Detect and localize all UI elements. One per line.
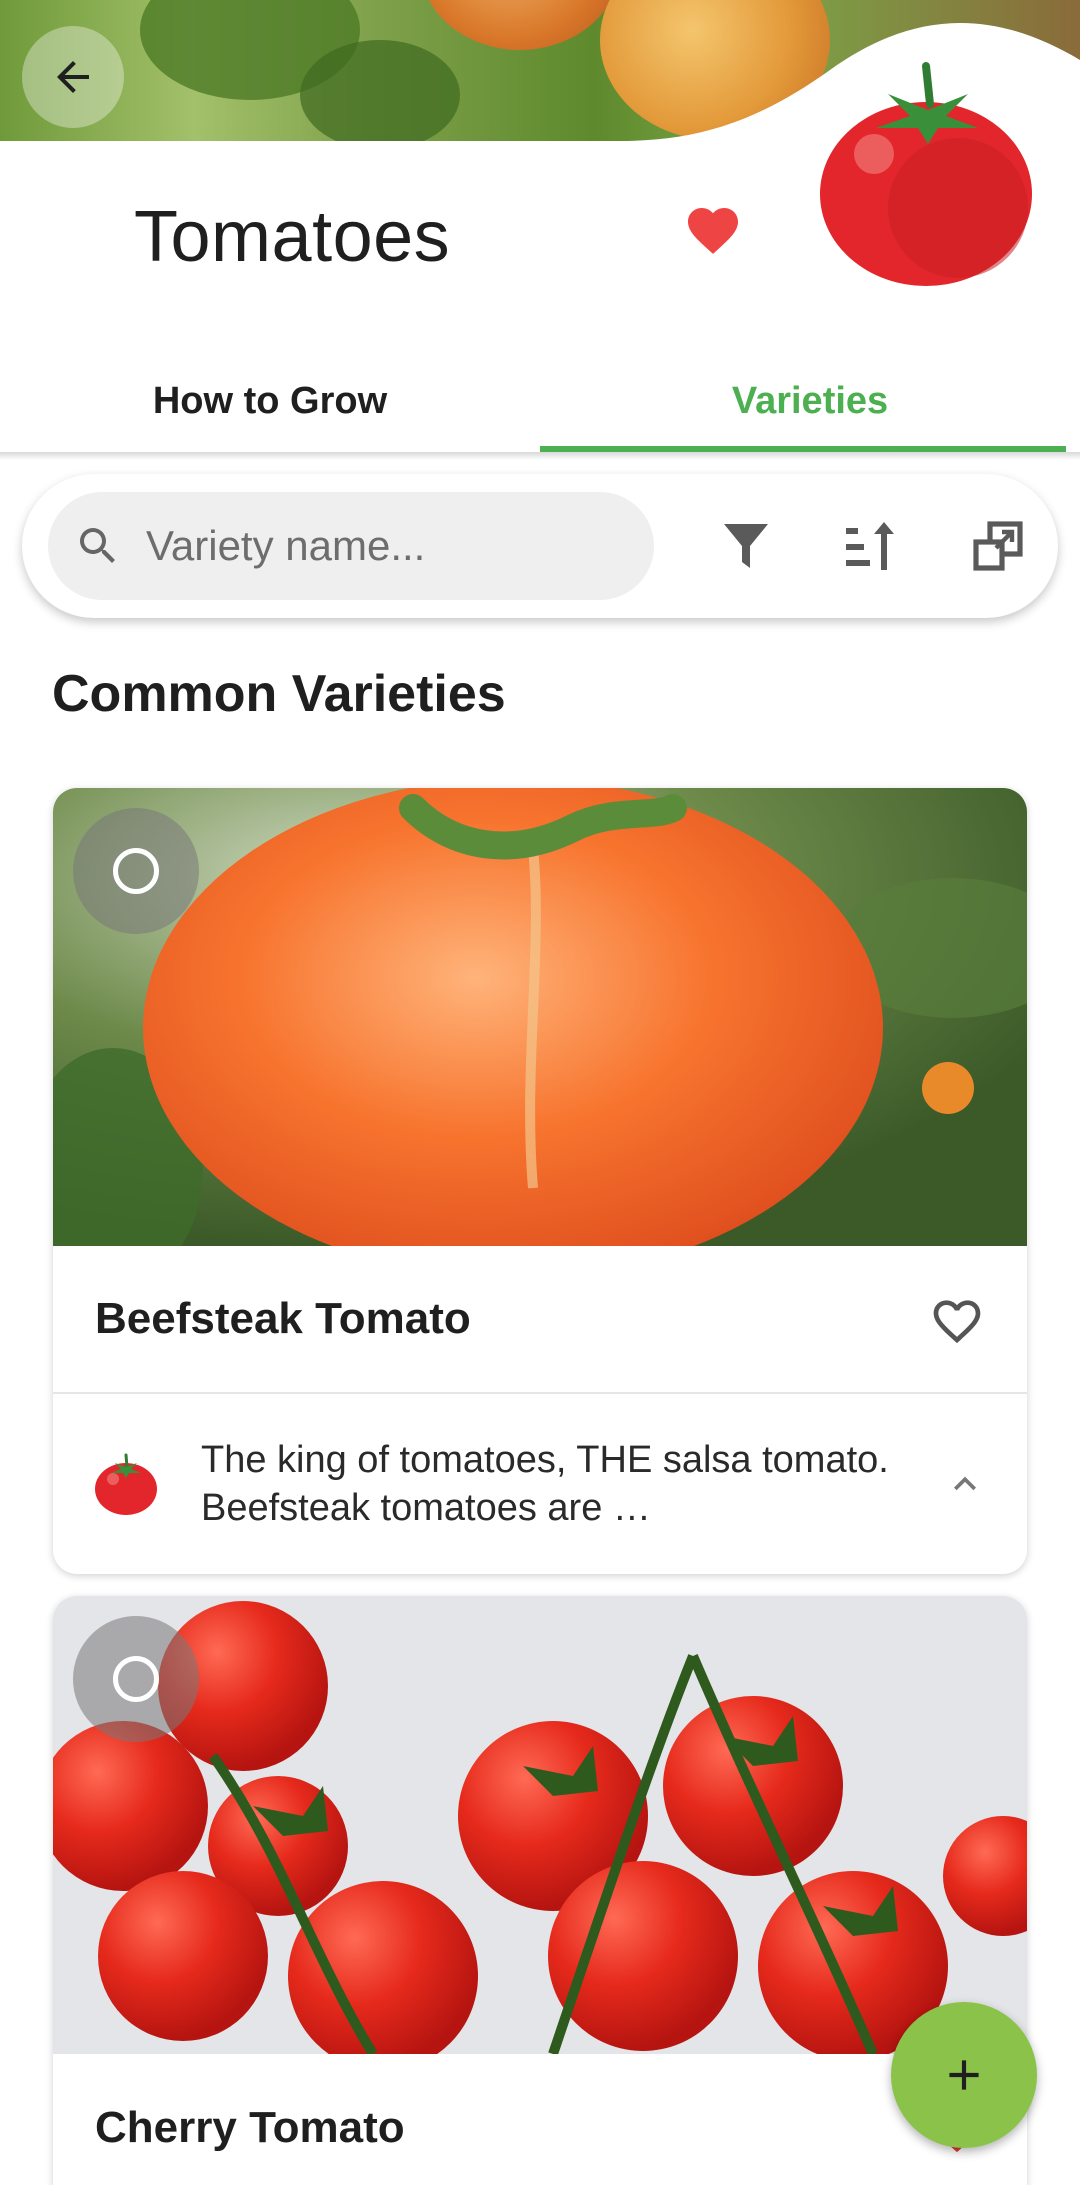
heart-outline-icon[interactable] xyxy=(929,1293,985,1345)
tab-varieties[interactable]: Varieties xyxy=(540,350,1080,452)
tomato-icon xyxy=(820,62,1032,286)
variety-photo xyxy=(53,788,1027,1246)
compare-button[interactable] xyxy=(966,514,1030,578)
sort-icon xyxy=(846,522,894,570)
variety-photo xyxy=(53,1596,1027,2054)
variety-description: The king of tomatoes, THE salsa tomato. … xyxy=(201,1439,889,1529)
search-field[interactable] xyxy=(48,492,654,600)
search-input[interactable] xyxy=(146,522,626,570)
tab-bar-shadow xyxy=(0,452,1080,460)
search-icon xyxy=(80,528,115,563)
select-toggle[interactable] xyxy=(73,1616,199,1742)
tab-how-to-grow[interactable]: How to Grow xyxy=(0,350,540,452)
back-button[interactable] xyxy=(22,26,124,128)
variety-header: Beefsteak Tomato xyxy=(53,1246,1027,1394)
plus-icon xyxy=(949,2060,979,2090)
add-variety-button[interactable] xyxy=(891,2002,1037,2148)
variety-screen: Tomatoes How to Grow Varieties Variety n… xyxy=(0,0,1080,2185)
variety-description-row[interactable]: The king of tomatoes, THE salsa tomato. … xyxy=(53,1394,1027,1574)
tomato-icon xyxy=(95,1453,157,1515)
sort-button[interactable] xyxy=(840,514,904,578)
variety-header: Cherry Tomato xyxy=(53,2054,1027,2185)
variety-card[interactable]: Cherry Tomato xyxy=(53,1596,1027,2185)
section-title: Common Varieties xyxy=(52,665,506,723)
heart-filled-icon[interactable] xyxy=(683,200,743,256)
circle-outline-icon xyxy=(113,848,159,894)
chevron-up-icon[interactable] xyxy=(943,1462,987,1506)
cherry-tomato-photo xyxy=(53,1596,1027,2054)
arrow-back-icon xyxy=(57,61,89,93)
variety-name: Beefsteak Tomato xyxy=(95,1294,471,1343)
filter-icon xyxy=(724,524,768,568)
beefsteak-photo xyxy=(53,788,1027,1246)
page-title: Tomatoes xyxy=(134,197,451,277)
search-toolbar xyxy=(22,474,1058,618)
variety-card[interactable]: Beefsteak Tomato The king of tomatoes, T… xyxy=(53,788,1027,1574)
tab-bar: How to Grow Varieties xyxy=(0,350,1080,452)
circle-outline-icon xyxy=(113,1656,159,1702)
compare-icon xyxy=(973,521,1023,571)
select-toggle[interactable] xyxy=(73,808,199,934)
filter-button[interactable] xyxy=(714,514,778,578)
variety-name: Cherry Tomato xyxy=(95,2103,405,2152)
